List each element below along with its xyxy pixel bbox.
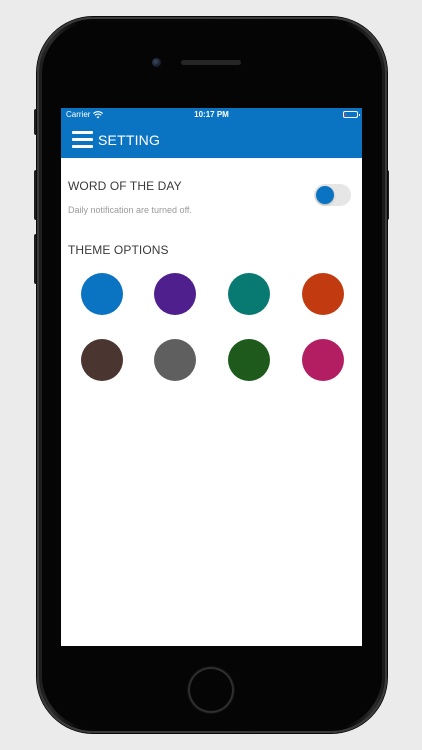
theme-color-swatch[interactable] bbox=[154, 273, 196, 315]
notification-status-text: Daily notification are turned off. bbox=[68, 205, 192, 215]
theme-color-swatch[interactable] bbox=[81, 339, 123, 381]
home-button[interactable] bbox=[188, 667, 234, 713]
nav-bar: SETTING bbox=[61, 122, 362, 158]
earpiece-speaker bbox=[181, 60, 241, 65]
status-time: 10:17 PM bbox=[194, 110, 229, 119]
word-of-the-day-heading: WORD OF THE DAY bbox=[68, 179, 182, 193]
theme-color-swatch[interactable] bbox=[302, 339, 344, 381]
theme-color-swatch[interactable] bbox=[228, 339, 270, 381]
theme-color-swatch[interactable] bbox=[154, 339, 196, 381]
front-camera-icon bbox=[152, 58, 161, 67]
hamburger-menu-icon[interactable] bbox=[72, 131, 93, 149]
theme-options-heading: THEME OPTIONS bbox=[68, 243, 169, 257]
app-store-screenshot: Carrier 10:17 PM SETTING WORD OF THE DAY bbox=[0, 0, 422, 750]
app-screen: Carrier 10:17 PM SETTING WORD OF THE DAY bbox=[61, 108, 362, 646]
battery-level bbox=[345, 113, 346, 116]
battery-icon bbox=[343, 111, 360, 118]
theme-color-swatch[interactable] bbox=[302, 273, 344, 315]
status-bar: Carrier 10:17 PM bbox=[61, 108, 362, 122]
word-of-the-day-toggle[interactable] bbox=[314, 184, 351, 206]
toggle-knob bbox=[316, 186, 334, 204]
page-title: SETTING bbox=[98, 132, 161, 148]
theme-color-swatch[interactable] bbox=[81, 273, 123, 315]
theme-color-swatch[interactable] bbox=[228, 273, 270, 315]
